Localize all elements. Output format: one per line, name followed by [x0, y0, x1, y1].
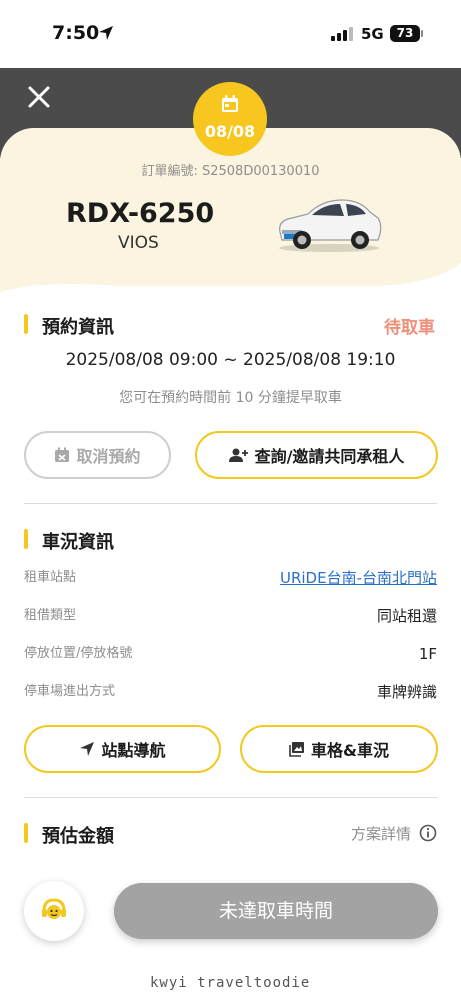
info-label: 停車場進出方式 [24, 684, 116, 699]
watermark: kwyi traveltoodie [150, 975, 311, 991]
pickup-date: 08/08 [204, 122, 256, 141]
parking-slot-condition-label: 車格&車況 [311, 741, 389, 760]
cancel-booking-label: 取消預約 [76, 447, 141, 466]
cancel-booking-button[interactable]: 取消預約 [24, 431, 171, 479]
status-bar: 7:50 5G 73 [0, 0, 461, 68]
car-model: VIOS [118, 233, 159, 253]
invite-co-renter-label: 查詢/邀請共同承租人 [254, 447, 405, 466]
customer-service-button[interactable] [24, 881, 84, 941]
info-value: 1F [418, 645, 437, 663]
info-row-parking-access: 停車場進出方式 車牌辨識 [24, 680, 437, 704]
info-label: 租借類型 [24, 608, 77, 623]
info-label: 停放位置/停放格號 [24, 646, 133, 661]
info-label: 租車站點 [24, 570, 77, 585]
navigation-arrow-icon [80, 742, 95, 756]
info-row-rental-type: 租借類型 同站租還 [24, 604, 437, 628]
person-add-icon [228, 448, 248, 462]
booking-status: 待取車 [384, 318, 435, 338]
parking-slot-condition-button[interactable]: 車格&車況 [240, 725, 438, 773]
signal-icon [331, 27, 353, 41]
early-pickup-hint: 您可在預約時間前 10 分鐘提早取車 [119, 390, 342, 406]
info-value: 同站租還 [376, 607, 437, 625]
booking-title: 預約資訊 [42, 317, 114, 338]
station-navigation-button[interactable]: 站點導航 [24, 725, 221, 773]
battery-tip [421, 30, 423, 37]
station-link[interactable]: URiDE台南-台南北門站 [280, 566, 437, 590]
section-marker [24, 314, 28, 334]
divider [24, 503, 437, 504]
divider [24, 797, 437, 798]
vehicle-title: 車況資訊 [42, 532, 114, 553]
battery-level: 73 [390, 25, 420, 42]
status-time: 7:50 [52, 22, 100, 44]
plan-detail-link[interactable]: 方案詳情 [351, 823, 411, 844]
section-marker [24, 823, 28, 843]
booking-time-range: 2025/08/08 09:00 ~ 2025/08/08 19:10 [65, 350, 396, 370]
estimate-title: 預估金額 [42, 826, 114, 847]
close-icon[interactable] [26, 84, 52, 110]
calendar-icon [222, 95, 238, 112]
info-row-station: 租車站點 URiDE台南-台南北門站 [24, 566, 437, 590]
customer-service-icon [42, 898, 66, 919]
info-icon[interactable] [419, 824, 437, 842]
license-plate: RDX-6250 [66, 198, 215, 229]
image-icon [289, 742, 305, 757]
date-badge: 08/08 [193, 82, 267, 156]
pickup-not-yet-button[interactable]: 未達取車時間 [114, 883, 438, 939]
calendar-cancel-icon [55, 447, 70, 462]
invite-co-renter-button[interactable]: 查詢/邀請共同承租人 [195, 431, 438, 479]
car-image [279, 199, 382, 252]
location-arrow-icon [99, 26, 113, 40]
order-number: 訂單編號: S2508D00130010 [141, 164, 320, 179]
section-marker [24, 529, 28, 549]
info-value: 車牌辨識 [376, 683, 437, 701]
info-row-parking-spot: 停放位置/停放格號 1F [24, 642, 437, 666]
network-type: 5G [361, 25, 384, 43]
station-navigation-label: 站點導航 [101, 741, 166, 760]
